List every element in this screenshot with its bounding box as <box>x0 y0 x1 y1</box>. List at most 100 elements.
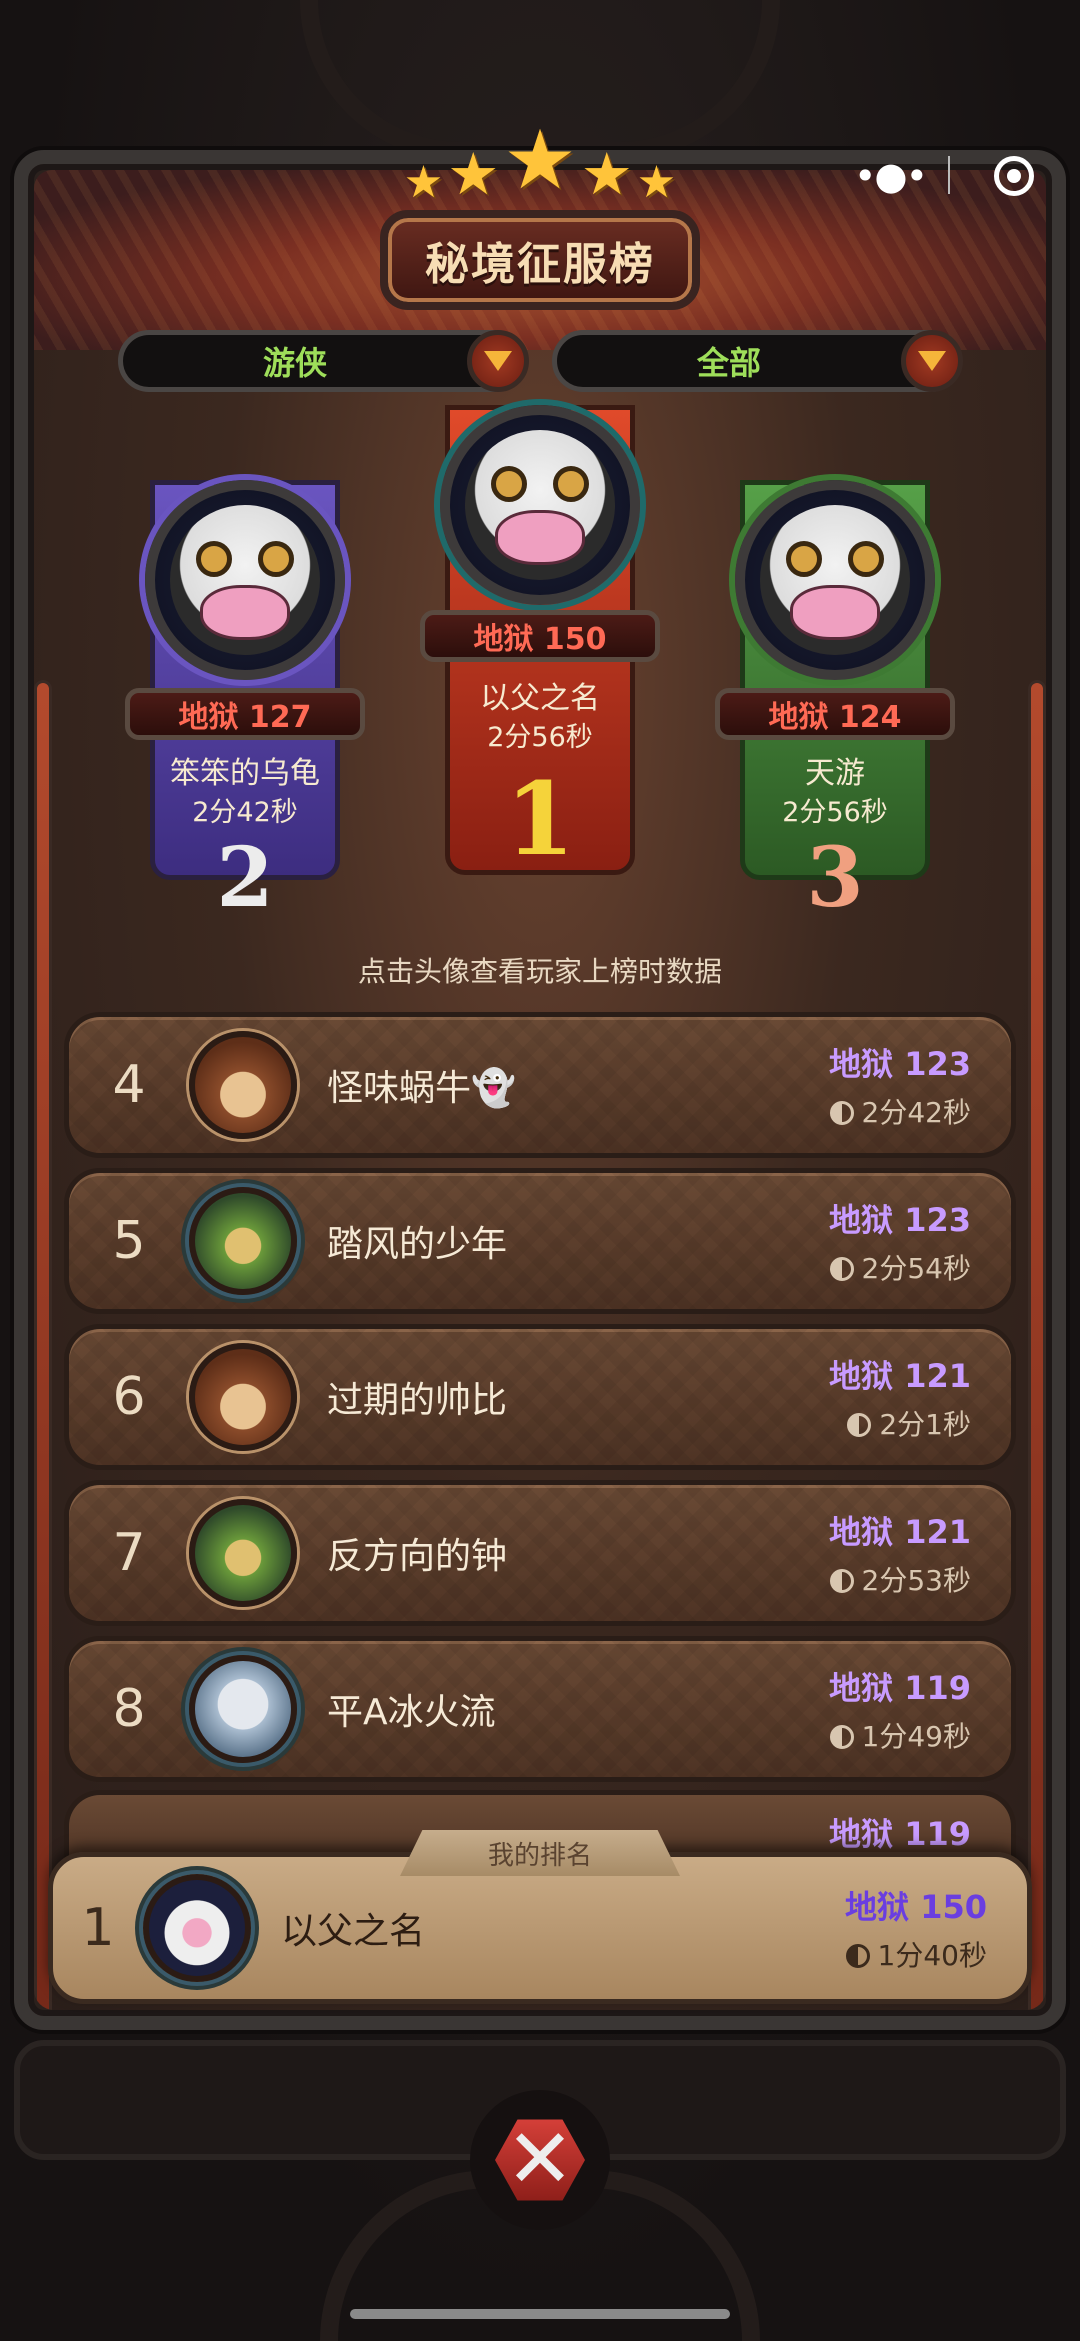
dropdown-arrow-icon <box>918 351 946 371</box>
left-rail <box>34 680 52 2010</box>
podium-name: 以父之名 <box>480 681 600 716</box>
star-icon: ★ <box>636 157 677 208</box>
podium-avatar[interactable] <box>735 480 935 680</box>
podium-name: 笨笨的乌龟 <box>170 756 320 791</box>
row-stats: 地狱 119 1分49秒 <box>791 1663 1011 1755</box>
my-rank-number: 1 <box>81 1898 115 1958</box>
scope-filter-button[interactable] <box>901 330 963 392</box>
star-icon: ★ <box>580 140 633 208</box>
leaderboard-row[interactable]: 6 过期的帅比 地狱 121 2分1秒 <box>64 1324 1016 1470</box>
player-name: 踏风的少年 <box>327 1224 508 1265</box>
mini-program-capsule: •●• <box>854 146 1034 206</box>
class-filter-value: 游侠 <box>262 344 327 382</box>
row-rank: 8 <box>112 1679 146 1739</box>
row-score: 地狱 119 <box>829 1669 971 1707</box>
clock-icon <box>829 1725 854 1749</box>
podium-score: 地狱 127 <box>125 688 365 740</box>
row-rank: 5 <box>112 1211 146 1271</box>
podium-name: 天游 <box>805 756 865 791</box>
clock-icon <box>847 1413 872 1437</box>
my-score: 地狱 150 <box>845 1888 987 1926</box>
row-rank: 7 <box>112 1523 146 1583</box>
player-avatar[interactable] <box>189 1031 297 1139</box>
my-time: 1分40秒 <box>877 1939 987 1972</box>
cow-avatar-icon <box>760 505 910 655</box>
scope-filter-value: 全部 <box>696 344 761 382</box>
podium-avatar[interactable] <box>145 480 345 680</box>
row-time-wrap: 1分49秒 <box>791 1715 971 1755</box>
clock-icon <box>829 1257 854 1281</box>
my-avatar[interactable] <box>143 1874 251 1982</box>
podium-score: 地狱 124 <box>715 688 955 740</box>
my-stats: 地狱 150 1分40秒 <box>807 1882 1027 1974</box>
podium-second: 地狱 127 笨笨的乌龟 2分42秒 2 <box>125 480 365 940</box>
podium-rank: 3 <box>806 830 864 926</box>
star-icon: ★ <box>447 140 500 208</box>
clock-icon <box>829 1101 854 1125</box>
target-icon[interactable] <box>994 156 1034 196</box>
podium-rank: 1 <box>505 760 575 878</box>
more-dots-icon[interactable]: •●• <box>854 157 928 195</box>
podium-time: 2分56秒 <box>487 722 593 753</box>
title-plaque: 秘境征服榜 <box>380 210 700 310</box>
row-time-wrap: 2分42秒 <box>791 1091 971 1131</box>
row-time-wrap: 2分1秒 <box>791 1403 971 1443</box>
row-time-wrap: 2分53秒 <box>791 1559 971 1599</box>
leaderboard-row[interactable]: 5 踏风的少年 地狱 123 2分54秒 <box>64 1168 1016 1314</box>
row-time: 2分1秒 <box>879 1408 971 1441</box>
row-score: 地狱 119 <box>829 1815 971 1853</box>
close-button[interactable]: ✕ <box>470 2090 610 2230</box>
row-rank: 4 <box>112 1055 146 1115</box>
my-rank-tab: 我的排名 <box>400 1830 680 1876</box>
player-name: 过期的帅比 <box>327 1380 508 1421</box>
star-icon: ★ <box>403 157 444 208</box>
right-rail <box>1028 680 1046 2010</box>
podium-avatar[interactable] <box>440 405 640 605</box>
podium-hint: 点击头像查看玩家上榜时数据 <box>357 955 722 988</box>
star-rating: ★ ★ ★ ★ ★ <box>400 113 680 208</box>
dropdown-arrow-icon <box>484 351 512 371</box>
player-avatar[interactable] <box>189 1187 297 1295</box>
row-stats: 地狱 121 2分53秒 <box>791 1507 1011 1599</box>
podium-third: 地狱 124 天游 2分56秒 3 <box>715 480 955 940</box>
row-time: 1分49秒 <box>861 1720 971 1753</box>
page-title: 秘境征服榜 <box>425 239 655 290</box>
player-avatar[interactable] <box>189 1499 297 1607</box>
player-name: 反方向的钟 <box>327 1536 508 1577</box>
podium-rank: 2 <box>216 830 274 926</box>
leaderboard-row[interactable]: 7 反方向的钟 地狱 121 2分53秒 <box>64 1480 1016 1626</box>
capsule-divider <box>948 156 950 194</box>
class-filter-button[interactable] <box>467 330 529 392</box>
row-stats: 地狱 123 2分54秒 <box>791 1195 1011 1287</box>
row-stats: 地狱 121 2分1秒 <box>791 1351 1011 1443</box>
player-avatar[interactable] <box>189 1343 297 1451</box>
cow-avatar-icon <box>170 505 320 655</box>
row-score: 地狱 121 <box>829 1357 971 1395</box>
podium-time: 2分56秒 <box>782 797 888 828</box>
home-indicator[interactable] <box>350 2309 730 2319</box>
row-score: 地狱 123 <box>829 1045 971 1083</box>
my-name: 以父之名 <box>281 1911 426 1952</box>
leaderboard-row[interactable]: 8 平A冰火流 地狱 119 1分49秒 <box>64 1636 1016 1782</box>
player-name: 怪味蜗牛👻 <box>327 1068 516 1109</box>
row-time: 2分42秒 <box>861 1096 971 1129</box>
podium-time: 2分42秒 <box>192 797 298 828</box>
podium-score: 地狱 150 <box>420 610 660 662</box>
clock-icon <box>829 1569 854 1593</box>
podium-first: 地狱 150 以父之名 2分56秒 1 <box>420 405 660 925</box>
row-time: 2分54秒 <box>861 1252 971 1285</box>
row-stats: 地狱 123 2分42秒 <box>791 1039 1011 1131</box>
class-filter-dropdown[interactable]: 游侠 <box>118 330 529 392</box>
scope-filter-dropdown[interactable]: 全部 <box>552 330 963 392</box>
row-time: 2分53秒 <box>861 1564 971 1597</box>
row-score: 地狱 121 <box>829 1513 971 1551</box>
row-score: 地狱 123 <box>829 1201 971 1239</box>
player-avatar[interactable] <box>189 1655 297 1763</box>
player-name: 平A冰火流 <box>327 1692 496 1733</box>
my-time-wrap: 1分40秒 <box>807 1934 987 1974</box>
star-icon: ★ <box>503 113 577 208</box>
clock-icon <box>845 1944 870 1968</box>
close-x-icon: ✕ <box>495 2119 585 2201</box>
leaderboard-row[interactable]: 4 怪味蜗牛👻 地狱 123 2分42秒 <box>64 1012 1016 1158</box>
row-time-wrap: 2分54秒 <box>791 1247 971 1287</box>
